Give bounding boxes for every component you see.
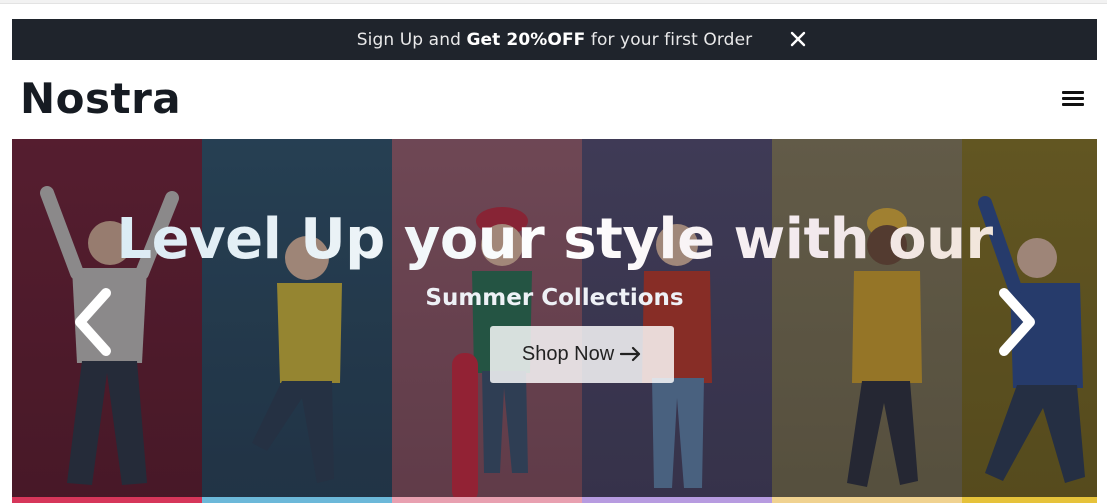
shop-now-label: Shop Now bbox=[521, 343, 615, 365]
hero-bottom-color-strip bbox=[12, 497, 1097, 503]
browser-top-rule bbox=[0, 0, 1107, 4]
strip-segment bbox=[582, 497, 772, 503]
chevron-right-icon[interactable] bbox=[994, 287, 1040, 357]
hero-title: Level Up your style with our bbox=[12, 207, 1097, 272]
site-header: Nostra bbox=[12, 60, 1097, 139]
close-icon[interactable] bbox=[786, 27, 810, 51]
strip-segment bbox=[962, 497, 1097, 503]
hero-subtitle: Summer Collections bbox=[425, 285, 684, 311]
strip-segment bbox=[772, 497, 962, 503]
hero-dark-overlay bbox=[12, 139, 1097, 503]
strip-segment bbox=[392, 497, 582, 503]
hero-carousel: Level Up your style with our Summer Coll… bbox=[12, 139, 1097, 503]
site-logo[interactable]: Nostra bbox=[20, 74, 181, 123]
arrow-right-icon bbox=[620, 342, 642, 368]
strip-segment bbox=[12, 497, 202, 503]
strip-segment bbox=[202, 497, 392, 503]
hamburger-menu-icon[interactable] bbox=[1062, 88, 1088, 112]
promo-text: Sign Up and Get 20%OFF for your first Or… bbox=[356, 29, 753, 50]
promo-banner: Sign Up and Get 20%OFF for your first Or… bbox=[12, 19, 1097, 60]
chevron-left-icon[interactable] bbox=[70, 287, 116, 357]
shop-now-button[interactable]: Shop Now bbox=[490, 326, 674, 383]
promo-discount: Get 20%OFF bbox=[466, 29, 586, 50]
